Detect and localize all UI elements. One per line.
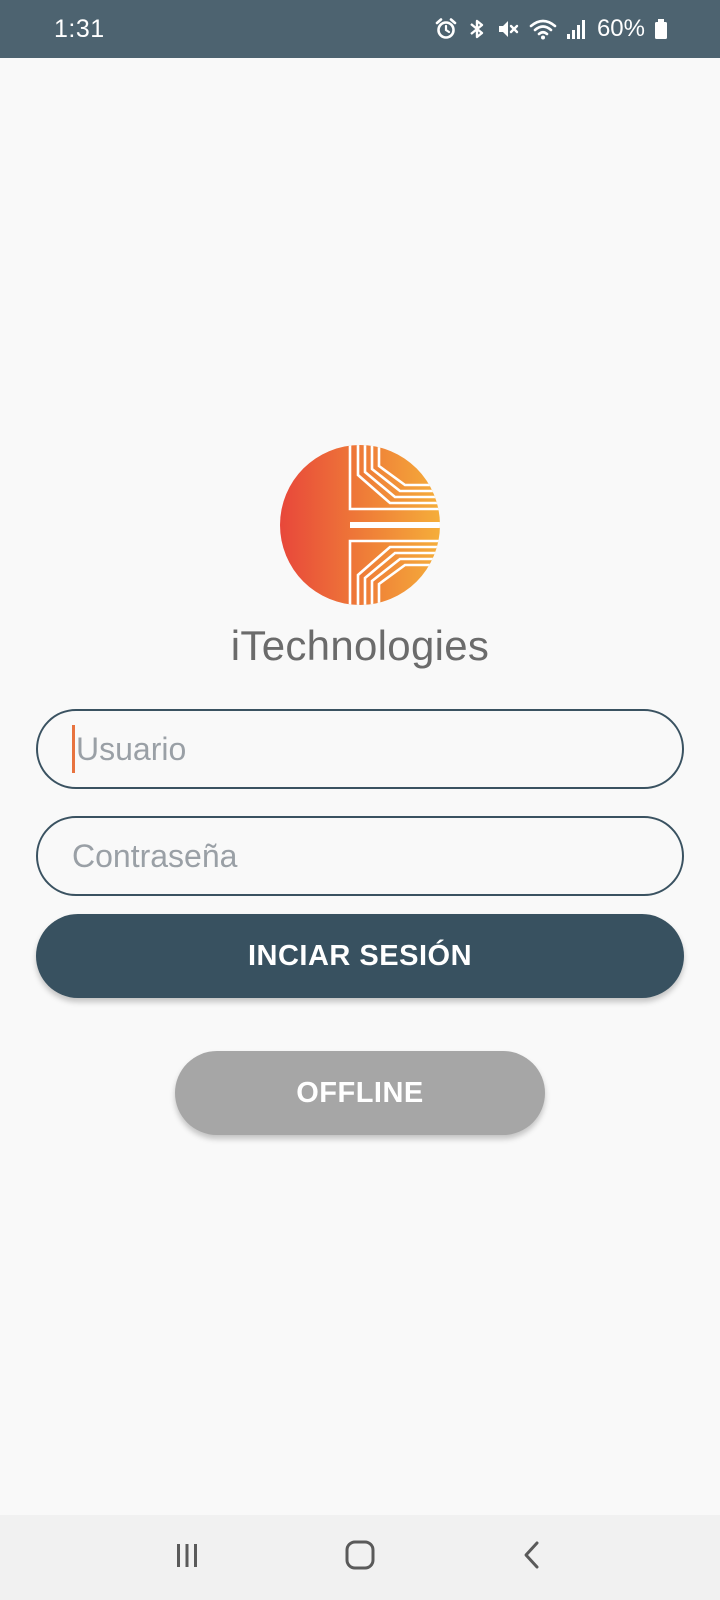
battery-icon (654, 17, 668, 41)
brand-name: iTechnologies (230, 622, 490, 669)
navigation-bar (0, 1515, 720, 1600)
signal-icon (566, 17, 586, 41)
password-field[interactable]: Contraseña (36, 816, 684, 896)
alarm-icon (434, 17, 458, 41)
recent-apps-icon (172, 1540, 202, 1575)
back-button[interactable] (503, 1528, 563, 1588)
status-bar: 1:31 60% (0, 0, 720, 58)
wifi-icon (529, 17, 557, 41)
itechnologies-logo (280, 445, 440, 605)
battery-percentage: 60% (596, 15, 645, 42)
status-icons: 60% (434, 15, 668, 43)
username-placeholder: Usuario (76, 730, 187, 767)
password-placeholder: Contraseña (72, 837, 238, 874)
username-field[interactable]: Usuario (36, 709, 684, 789)
home-icon (344, 1539, 376, 1576)
back-icon (518, 1540, 548, 1575)
text-cursor (72, 725, 75, 773)
status-time: 1:31 (54, 14, 105, 43)
mute-icon (496, 17, 520, 41)
login-button[interactable]: INCIAR SESIÓN (36, 914, 684, 998)
offline-button[interactable]: OFFLINE (175, 1051, 545, 1135)
bluetooth-icon (467, 17, 487, 41)
recent-apps-button[interactable] (157, 1528, 217, 1588)
home-button[interactable] (330, 1528, 390, 1588)
